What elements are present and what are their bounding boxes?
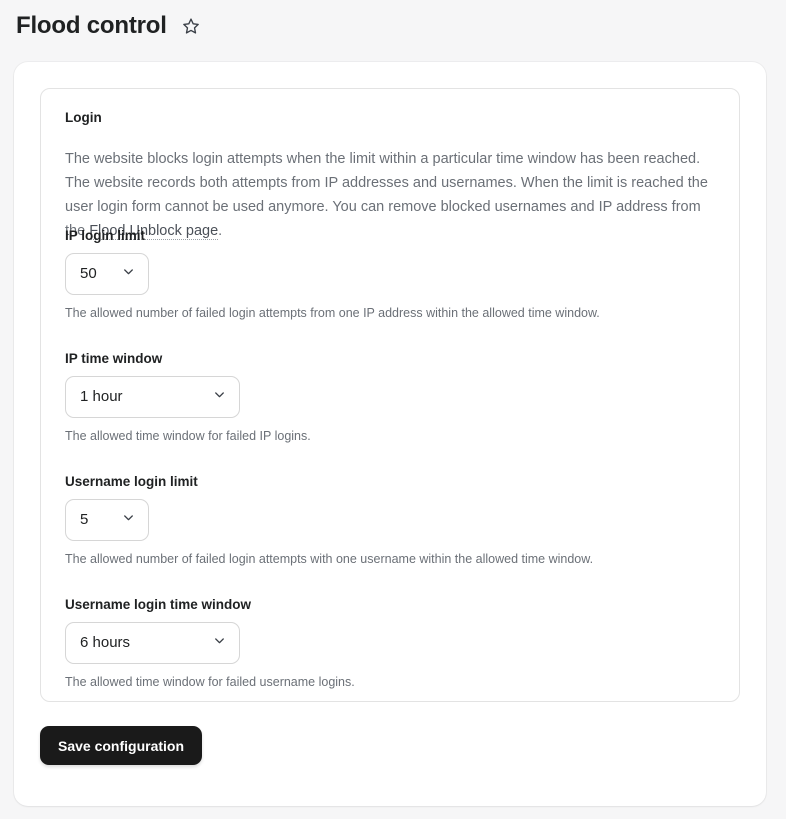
section-title: Login — [65, 110, 102, 125]
page-title: Flood control — [16, 11, 167, 39]
select-wrapper: 50 — [65, 252, 149, 295]
save-configuration-button[interactable]: Save configuration — [40, 726, 203, 765]
settings-card: Login The website blocks login attempts … — [14, 62, 766, 806]
description-text-after: . — [218, 222, 223, 239]
select-wrapper: 6 hours — [65, 621, 240, 664]
page-root: Flood control Login The website blocks l… — [0, 0, 786, 819]
field-help-text: The allowed number of failed login attem… — [65, 305, 600, 320]
favorite-star-button[interactable] — [179, 14, 203, 38]
field-label: IP time window — [65, 350, 163, 366]
select-wrapper: 1 hour — [65, 375, 240, 418]
field-label: Username login limit — [65, 473, 198, 489]
field-help-text: The allowed time window for failed IP lo… — [65, 428, 311, 443]
field-username-login-limit: Username login limit 5 The allowed numbe… — [65, 473, 715, 568]
field-username-login-time-window: Username login time window 6 hours The a… — [65, 596, 715, 691]
star-icon — [182, 17, 200, 35]
field-ip-time-window: IP time window 1 hour The allowed time w… — [65, 350, 715, 445]
actions-row: Save configuration — [40, 726, 740, 765]
ip-login-limit-select[interactable]: 50 — [65, 252, 149, 295]
field-help-text: The allowed time window for failed usern… — [65, 674, 355, 689]
username-login-limit-select[interactable]: 5 — [65, 498, 149, 541]
page-header: Flood control — [0, 0, 786, 51]
select-wrapper: 5 — [65, 498, 149, 541]
username-login-time-window-select[interactable]: 6 hours — [65, 621, 240, 664]
field-label: Username login time window — [65, 596, 252, 612]
login-settings-panel: Login The website blocks login attempts … — [40, 88, 740, 702]
ip-time-window-select[interactable]: 1 hour — [65, 375, 240, 418]
field-help-text: The allowed number of failed login attem… — [65, 551, 594, 566]
